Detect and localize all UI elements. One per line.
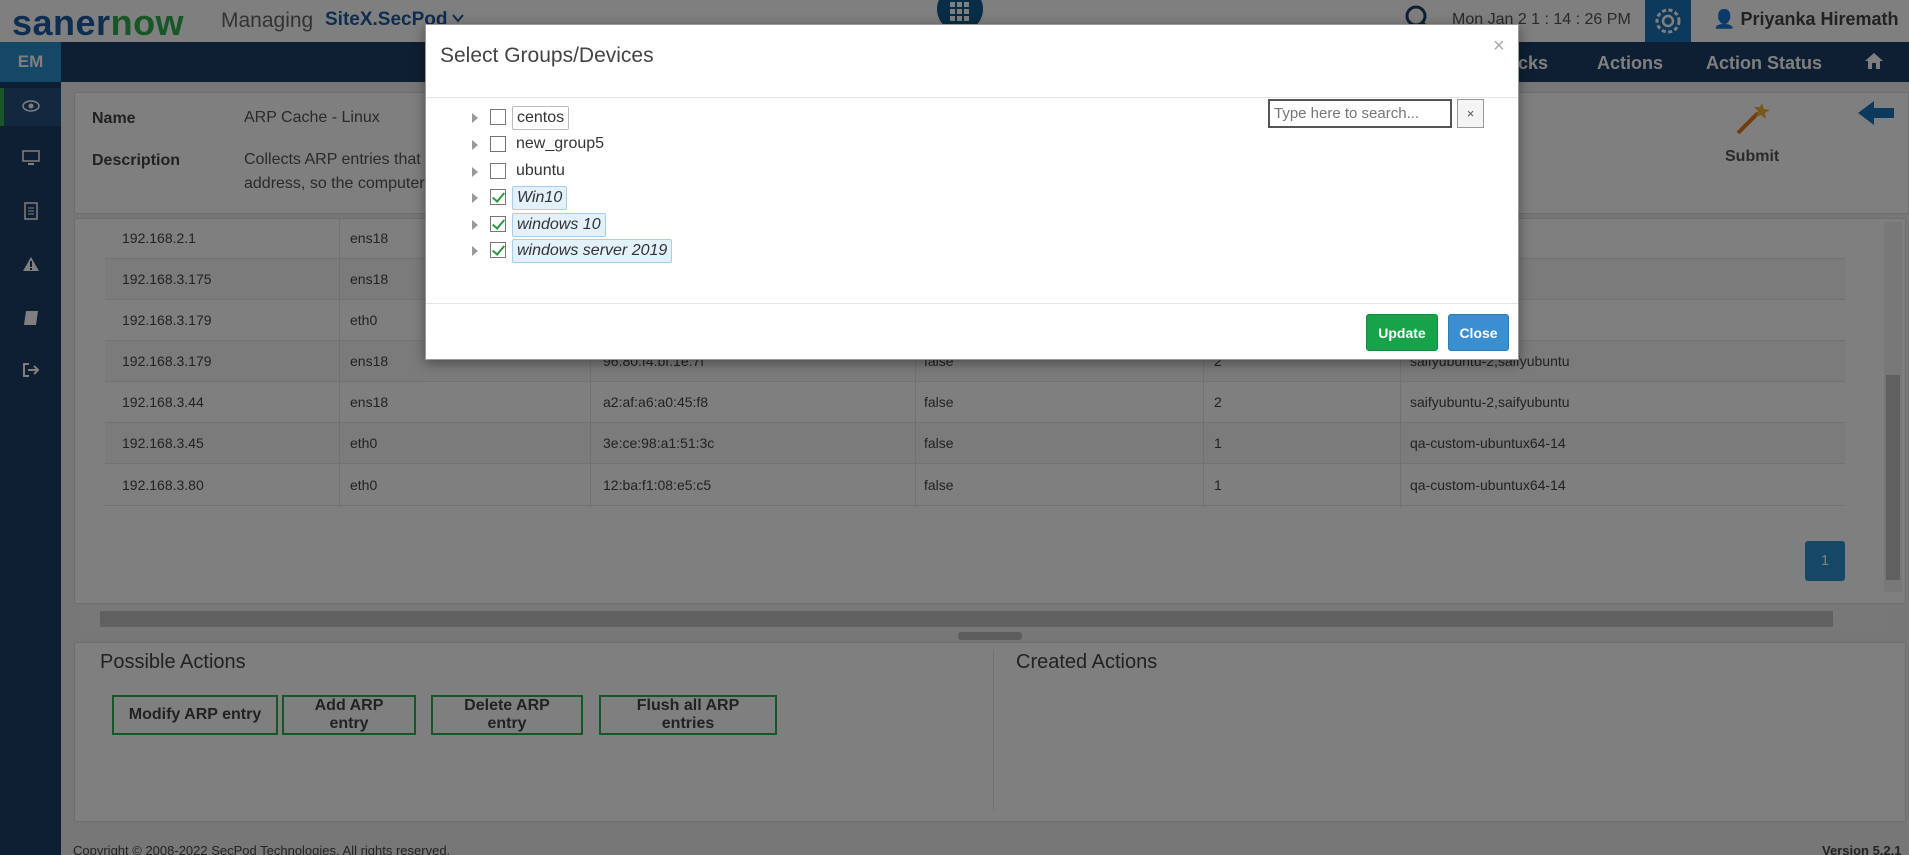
expand-arrow-icon[interactable] <box>472 113 478 123</box>
node-label[interactable]: Win10 <box>512 186 568 210</box>
expand-arrow-icon[interactable] <box>472 167 478 177</box>
node-checkbox[interactable] <box>490 163 506 179</box>
update-button[interactable]: Update <box>1366 314 1438 351</box>
select-groups-modal: Select Groups/Devices × centos new_group… <box>425 24 1519 360</box>
node-label[interactable]: ubuntu <box>512 160 569 184</box>
expand-arrow-icon[interactable] <box>472 246 478 256</box>
modal-title: Select Groups/Devices <box>440 44 654 67</box>
node-label[interactable]: new_group5 <box>512 133 608 157</box>
close-button[interactable]: Close <box>1448 314 1509 351</box>
modal-footer-divider <box>426 303 1518 304</box>
expand-arrow-icon[interactable] <box>472 193 478 203</box>
node-label[interactable]: centos <box>512 106 570 130</box>
node-checkbox-checked[interactable] <box>490 189 506 205</box>
node-label[interactable]: windows 10 <box>512 213 606 237</box>
node-checkbox-checked[interactable] <box>490 242 506 258</box>
node-label[interactable]: windows server 2019 <box>512 239 673 263</box>
node-checkbox[interactable] <box>490 136 506 152</box>
modal-header: Select Groups/Devices × <box>426 25 1518 98</box>
expand-arrow-icon[interactable] <box>472 220 478 230</box>
clear-search-button[interactable]: × <box>1457 99 1484 128</box>
close-icon[interactable]: × <box>1493 35 1505 58</box>
node-checkbox[interactable] <box>490 109 506 125</box>
tree-search-input[interactable] <box>1268 99 1452 128</box>
expand-arrow-icon[interactable] <box>472 140 478 150</box>
node-checkbox-checked[interactable] <box>490 216 506 232</box>
